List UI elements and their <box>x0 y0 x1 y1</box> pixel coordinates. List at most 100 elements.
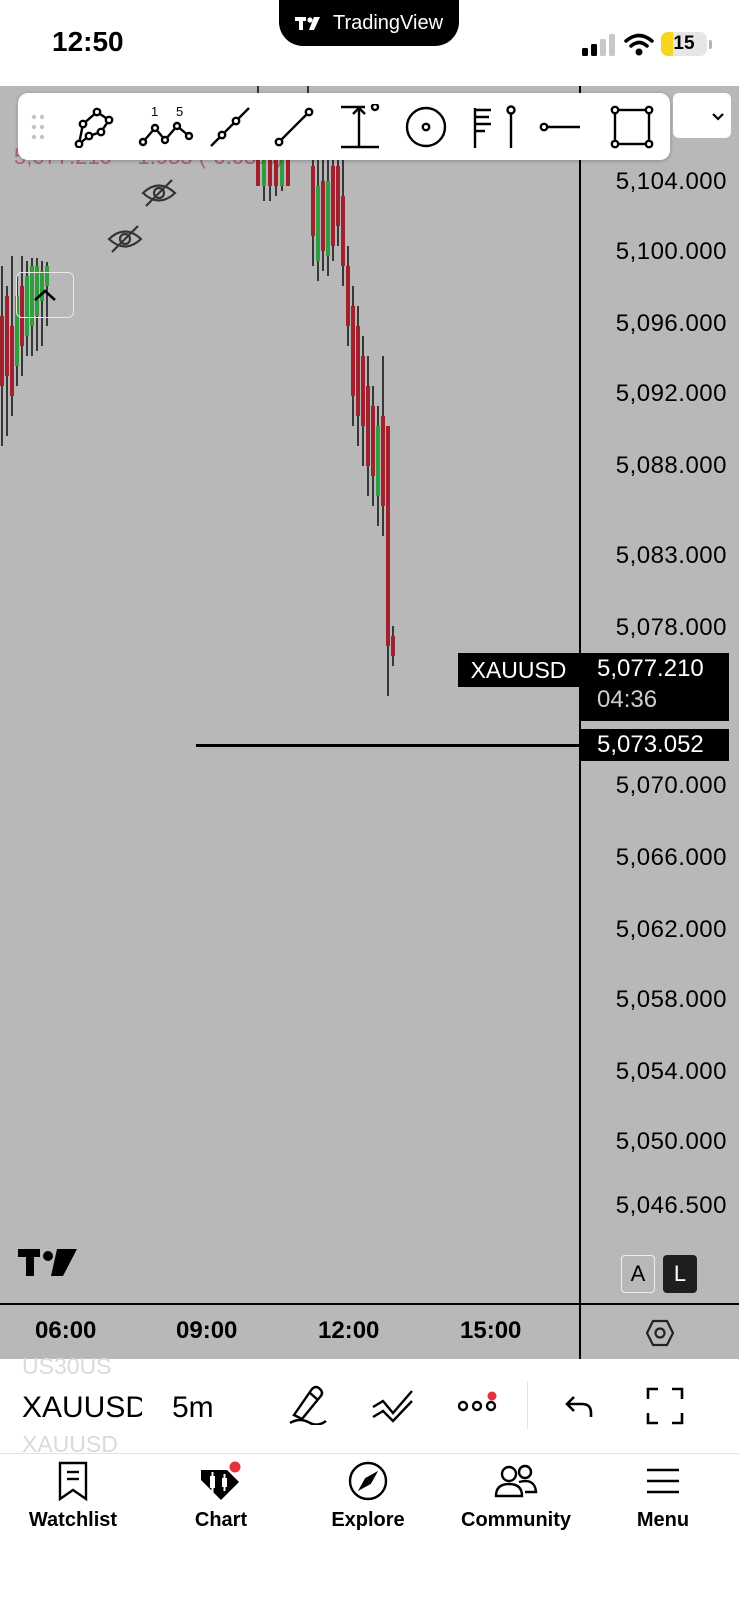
line-price-tag: 5,073.052 <box>581 729 729 761</box>
tab-explore[interactable]: Explore <box>298 1460 438 1532</box>
flag-pin-icon <box>473 105 516 148</box>
tab-community[interactable]: Community <box>446 1460 586 1532</box>
tradingview-watermark-icon <box>18 1249 77 1276</box>
toolbar-divider <box>527 1381 528 1429</box>
tab-label: Watchlist <box>28 1509 118 1531</box>
battery-level: 15 <box>673 33 695 54</box>
candlestick-series <box>0 86 395 696</box>
candle <box>346 246 350 346</box>
candle <box>371 386 375 506</box>
grip-icon <box>31 114 45 140</box>
price-tick: 5,062.000 <box>615 916 727 943</box>
toolbar-grip[interactable] <box>18 101 58 153</box>
tab-watchlist[interactable]: Watchlist <box>3 1460 143 1532</box>
rectangle-tool[interactable] <box>606 101 658 153</box>
candle <box>10 256 14 416</box>
home-indicator-area <box>0 1560 739 1600</box>
collapse-legend-button[interactable] <box>16 272 74 318</box>
tab-label: Chart <box>194 1509 248 1531</box>
battery-cap <box>709 40 712 49</box>
indicators-icon[interactable] <box>370 1387 416 1423</box>
undo-icon[interactable] <box>564 1393 594 1419</box>
bookmark-icon <box>58 1461 88 1502</box>
price-tick: 5,070.000 <box>615 772 727 799</box>
last-price: 5,077.210 <box>597 655 704 682</box>
price-tick: 5,088.000 <box>615 452 727 479</box>
numbered-path-icon: 1 5 <box>138 104 194 147</box>
chevron-up-icon <box>34 289 56 301</box>
interval-button[interactable]: 5m <box>172 1391 214 1425</box>
toolbar-dropdown[interactable] <box>673 93 731 138</box>
path-number: 5 <box>176 104 183 119</box>
candle <box>351 286 355 426</box>
horizontal-line-drawing[interactable] <box>196 744 579 747</box>
price-range-tool[interactable] <box>334 101 386 153</box>
symbol-tag: XAUUSD <box>458 653 579 687</box>
price-range-icon <box>341 104 380 149</box>
polygon-path-tool[interactable] <box>68 101 120 153</box>
trend-line-icon <box>274 107 314 147</box>
time-tick: 09:00 <box>176 1317 238 1344</box>
chart-icon <box>201 1461 241 1500</box>
time-tick: 12:00 <box>318 1317 380 1344</box>
polygon-path-icon <box>74 107 114 148</box>
status-bar: 12:50 TradingView 15 <box>0 0 739 86</box>
compass-icon <box>348 1461 388 1501</box>
symbol-previous[interactable]: US30US <box>22 1353 111 1380</box>
last-price-tag: 5,077.210 04:36 <box>581 653 729 721</box>
candle <box>341 156 345 286</box>
candle <box>376 406 380 526</box>
tab-menu[interactable]: Menu <box>593 1460 733 1532</box>
flag-pin-tool[interactable] <box>466 101 526 153</box>
log-scale-button[interactable]: L <box>663 1255 697 1293</box>
horizontal-ray-icon <box>539 122 580 132</box>
more-options-icon[interactable] <box>456 1391 500 1415</box>
wifi-icon <box>624 33 654 56</box>
price-tick: 5,100.000 <box>615 238 727 265</box>
time-axis[interactable]: 06:00 09:00 12:00 15:00 <box>0 1303 579 1359</box>
circle-tool[interactable] <box>400 101 452 153</box>
numbered-path-tool[interactable]: 1 5 <box>136 101 196 153</box>
rectangle-icon <box>610 105 654 149</box>
hidden-eye-icon[interactable] <box>106 224 144 254</box>
auto-scale-button[interactable]: A <box>621 1255 655 1293</box>
hidden-eye-icon[interactable] <box>140 178 178 208</box>
axis-settings-corner[interactable] <box>579 1303 739 1359</box>
candle <box>386 426 390 696</box>
candle <box>316 156 320 281</box>
price-tick: 5,078.000 <box>615 614 727 641</box>
horizontal-ray-tool[interactable] <box>534 101 586 153</box>
tab-chart[interactable]: Chart <box>151 1460 291 1532</box>
time-tick: 15:00 <box>460 1317 522 1344</box>
candle <box>361 336 365 466</box>
price-tick: 5,066.000 <box>615 844 727 871</box>
price-tick: 5,058.000 <box>615 986 727 1013</box>
price-tick: 5,104.000 <box>615 168 727 195</box>
candle <box>366 356 370 496</box>
tradingview-logo-icon <box>294 17 320 30</box>
fullscreen-icon[interactable] <box>646 1387 684 1425</box>
symbol-button[interactable]: XAUUSD <box>22 1391 142 1425</box>
tab-label: Community <box>461 1509 571 1531</box>
candle <box>381 356 385 536</box>
pen-draw-icon[interactable] <box>288 1383 328 1425</box>
tab-label: Explore <box>331 1509 405 1531</box>
candle <box>331 146 335 261</box>
price-tick: 5,096.000 <box>615 310 727 337</box>
candle <box>391 626 395 666</box>
tradingview-pill: TradingView <box>279 0 459 46</box>
hamburger-icon <box>647 1468 679 1494</box>
settings-hexagon-icon <box>645 1319 675 1347</box>
chart-bottom-toolbar: US30US XAUUSD XAUUSD 5m <box>0 1353 739 1457</box>
price-tick: 5,083.000 <box>615 542 727 569</box>
candle <box>321 141 325 271</box>
ray-tool[interactable] <box>204 101 256 153</box>
time-tick: 06:00 <box>35 1317 97 1344</box>
bar-countdown: 04:36 <box>597 686 658 713</box>
price-tick: 5,054.000 <box>615 1058 727 1085</box>
price-axis[interactable]: 5,104.000 5,100.000 5,096.000 5,092.000 5,08… <box>579 86 739 1303</box>
chart-canvas[interactable]: 5,077.210 -1.955 (-0.03%) XAUUSD <box>0 86 579 1303</box>
trend-line-tool[interactable] <box>268 101 320 153</box>
candle <box>326 156 330 276</box>
people-icon <box>494 1464 538 1498</box>
